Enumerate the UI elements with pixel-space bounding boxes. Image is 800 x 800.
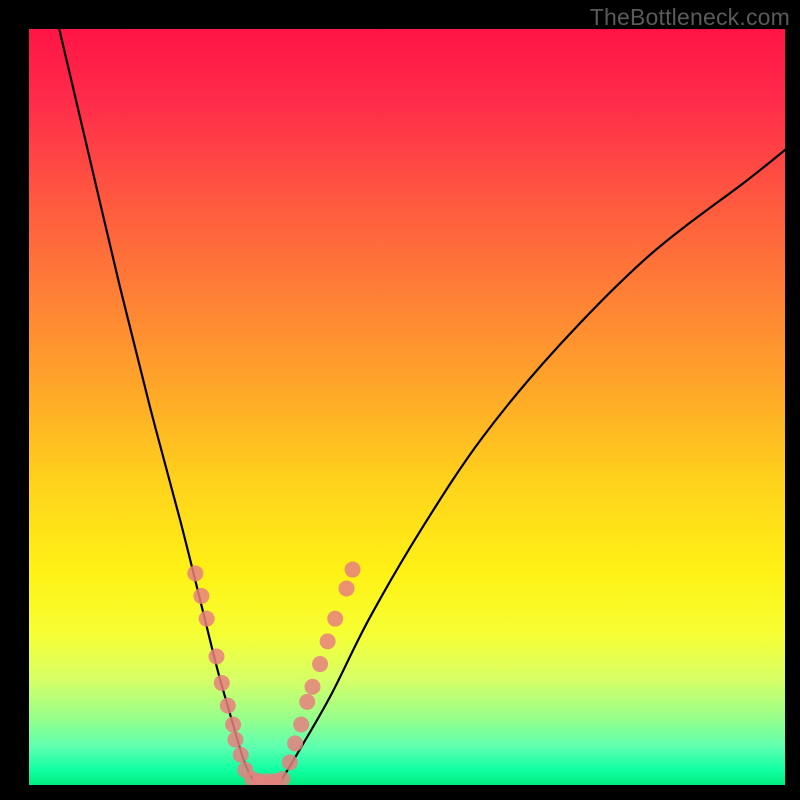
highlight-dot bbox=[282, 754, 298, 770]
left-curve bbox=[59, 29, 256, 785]
highlight-dot bbox=[345, 562, 361, 578]
highlight-dot bbox=[312, 656, 328, 672]
highlight-dot bbox=[187, 565, 203, 581]
highlight-dot bbox=[214, 675, 230, 691]
plot-area bbox=[29, 29, 785, 785]
highlight-dot bbox=[208, 648, 224, 664]
highlight-dot bbox=[339, 580, 355, 596]
curve-overlay bbox=[29, 29, 785, 785]
right-curve bbox=[278, 150, 785, 785]
highlight-dot bbox=[225, 717, 241, 733]
highlight-dot bbox=[274, 771, 290, 785]
highlight-dot bbox=[193, 588, 209, 604]
highlight-dot bbox=[293, 717, 309, 733]
chart-stage: TheBottleneck.com bbox=[0, 0, 800, 800]
highlight-dot bbox=[287, 735, 303, 751]
highlight-dot bbox=[299, 694, 315, 710]
highlight-dot bbox=[320, 633, 336, 649]
highlight-dot bbox=[305, 679, 321, 695]
highlight-dot bbox=[233, 747, 249, 763]
highlight-dot bbox=[220, 698, 236, 714]
highlight-dot bbox=[227, 732, 243, 748]
highlight-dot bbox=[327, 611, 343, 627]
highlight-dot bbox=[199, 611, 215, 627]
highlight-dots bbox=[187, 562, 360, 785]
watermark-text: TheBottleneck.com bbox=[590, 4, 790, 31]
